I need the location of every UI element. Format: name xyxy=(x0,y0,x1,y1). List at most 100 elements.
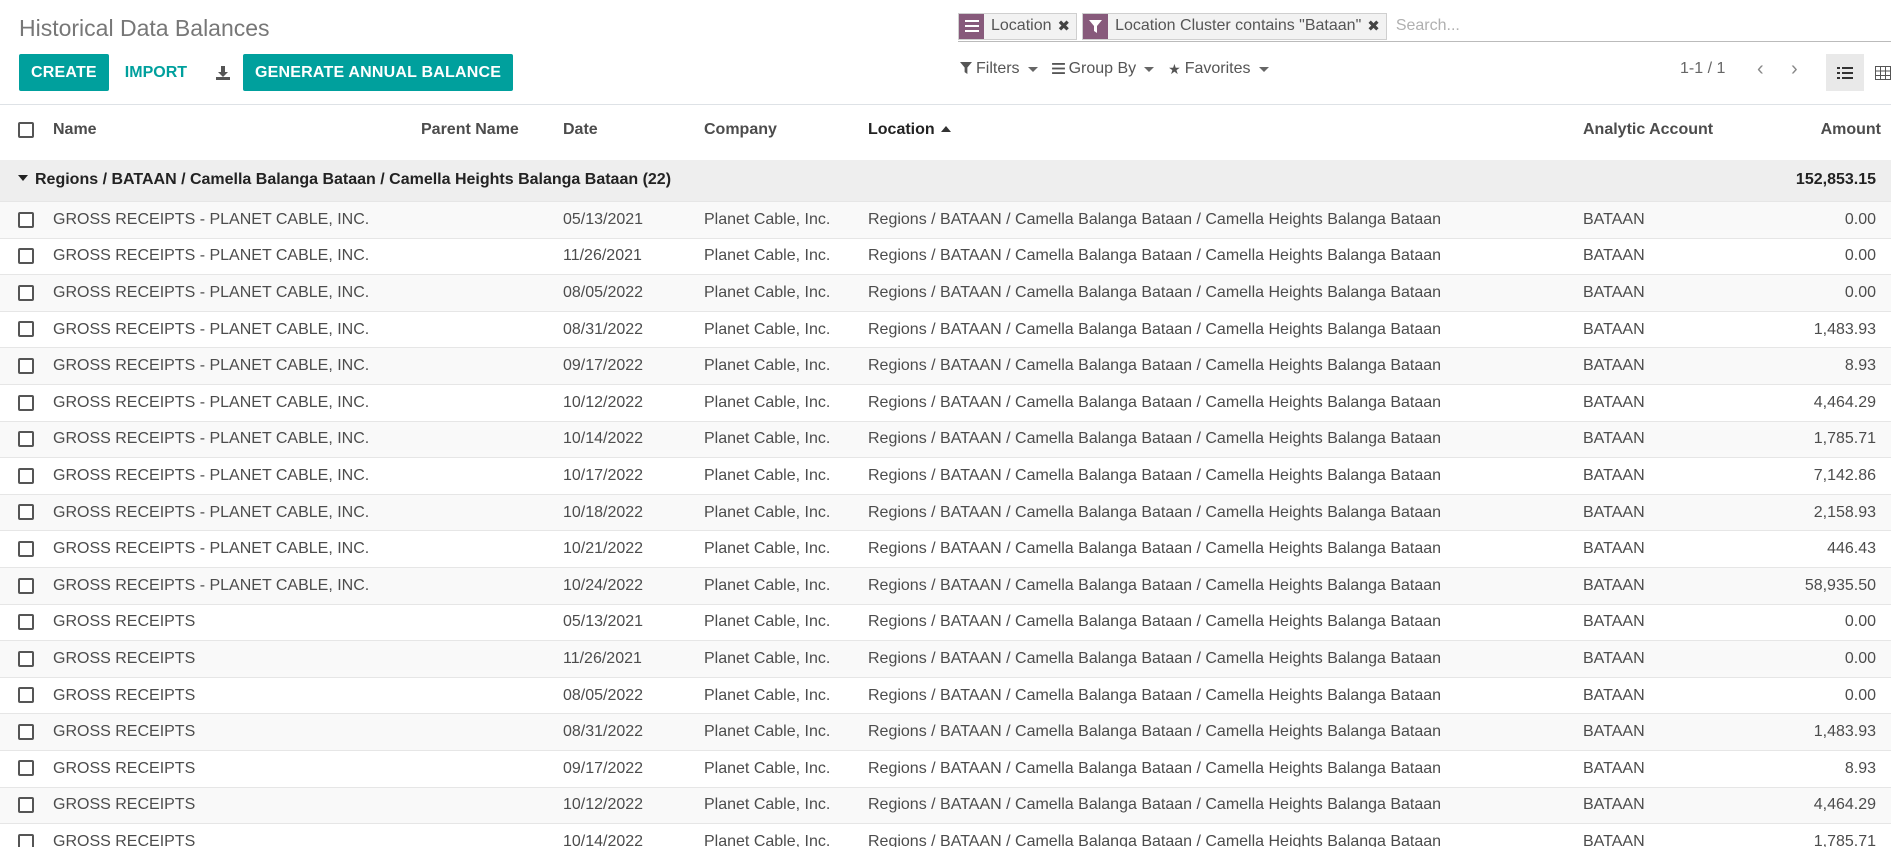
cell-name: GROSS RECEIPTS - PLANET CABLE, INC. xyxy=(53,457,421,495)
search-bar: Location ✖ Location Cluster contains "Ba… xyxy=(958,11,1891,42)
table-row[interactable]: GROSS RECEIPTS 08/31/2022 Planet Cable, In… xyxy=(0,713,1891,751)
row-checkbox[interactable] xyxy=(18,650,34,667)
cell-parent-name xyxy=(421,493,563,531)
row-checkbox[interactable] xyxy=(18,797,34,814)
groupby-label: Group By xyxy=(1068,60,1137,77)
row-checkbox[interactable] xyxy=(18,248,34,265)
cell-company: Planet Cable, Inc. xyxy=(704,493,868,531)
cell-company: Planet Cable, Inc. xyxy=(704,420,868,458)
cell-analytic-account: BATAAN xyxy=(1583,310,1793,348)
list-view-icon[interactable] xyxy=(1826,54,1864,91)
table-row[interactable]: GROSS RECEIPTS - PLANET CABLE, INC. 10/18… xyxy=(0,493,1891,531)
cell-location: Regions / BATAAN / Camella Balanga Bataa… xyxy=(868,383,1583,422)
group-row[interactable]: Regions / BATAAN / Camella Balanga Bataa… xyxy=(0,155,1891,202)
row-checkbox-cell xyxy=(0,749,53,787)
row-checkbox[interactable] xyxy=(18,723,34,740)
table-header: Name Parent Name Date Company Location A… xyxy=(0,104,1891,159)
column-header-name[interactable]: Name xyxy=(53,104,421,159)
cell-location: Regions / BATAAN / Camella Balanga Bataa… xyxy=(868,201,1583,239)
cell-company: Planet Cable, Inc. xyxy=(704,310,868,348)
cell-name: GROSS RECEIPTS xyxy=(53,786,421,824)
table-row[interactable]: GROSS RECEIPTS 08/05/2022 Planet Cable, In… xyxy=(0,676,1891,714)
cell-name: GROSS RECEIPTS xyxy=(53,603,421,641)
caret-down-icon xyxy=(18,175,28,182)
remove-facet-icon[interactable]: ✖ xyxy=(1056,17,1077,35)
search-input[interactable] xyxy=(1391,13,1891,39)
page-title: Historical Data Balances xyxy=(19,15,270,41)
cell-parent-name xyxy=(421,274,563,312)
cell-analytic-account: BATAAN xyxy=(1583,201,1793,239)
cell-location: Regions / BATAAN / Camella Balanga Bataa… xyxy=(868,786,1583,824)
cell-company: Planet Cable, Inc. xyxy=(704,237,868,275)
table-row[interactable]: GROSS RECEIPTS - PLANET CABLE, INC. 08/05… xyxy=(0,274,1891,312)
table-row[interactable]: GROSS RECEIPTS 05/13/2021 Planet Cable, In… xyxy=(0,603,1891,641)
row-checkbox[interactable] xyxy=(18,284,34,301)
cell-date: 08/31/2022 xyxy=(563,310,704,348)
row-checkbox[interactable] xyxy=(18,357,34,374)
row-checkbox[interactable] xyxy=(18,504,34,521)
cell-parent-name xyxy=(421,530,563,568)
groupby-dropdown[interactable]: Group By xyxy=(1051,60,1155,78)
row-checkbox-cell xyxy=(0,201,53,239)
star-icon: ★ xyxy=(1168,60,1181,77)
row-checkbox-cell xyxy=(0,383,53,422)
table-row[interactable]: GROSS RECEIPTS - PLANET CABLE, INC. 10/12… xyxy=(0,383,1891,422)
generate-annual-balance-button[interactable]: GENERATE ANNUAL BALANCE xyxy=(243,54,514,91)
table-row[interactable]: GROSS RECEIPTS - PLANET CABLE, INC. 10/24… xyxy=(0,566,1891,605)
cell-name: GROSS RECEIPTS xyxy=(53,676,421,714)
row-checkbox[interactable] xyxy=(18,321,34,338)
cell-name: GROSS RECEIPTS xyxy=(53,713,421,751)
column-header-company[interactable]: Company xyxy=(704,104,868,159)
cell-location: Regions / BATAAN / Camella Balanga Bataa… xyxy=(868,274,1583,312)
filters-dropdown[interactable]: Filters xyxy=(960,60,1038,78)
row-checkbox[interactable] xyxy=(18,577,34,594)
column-header-amount[interactable]: Amount xyxy=(1793,104,1891,159)
chevron-right-icon[interactable]: › xyxy=(1777,59,1811,79)
row-checkbox[interactable] xyxy=(18,687,34,704)
row-checkbox[interactable] xyxy=(18,431,34,448)
cell-location: Regions / BATAAN / Camella Balanga Bataa… xyxy=(868,420,1583,458)
column-header-date[interactable]: Date xyxy=(563,104,704,159)
table-row[interactable]: GROSS RECEIPTS - PLANET CABLE, INC. 10/14… xyxy=(0,420,1891,458)
row-checkbox[interactable] xyxy=(18,467,34,484)
chevron-left-icon[interactable]: ‹ xyxy=(1743,59,1777,79)
create-button[interactable]: CREATE xyxy=(19,54,109,91)
cell-location: Regions / BATAAN / Camella Balanga Bataa… xyxy=(868,676,1583,714)
remove-facet-icon[interactable]: ✖ xyxy=(1365,17,1386,35)
cell-name: GROSS RECEIPTS - PLANET CABLE, INC. xyxy=(53,420,421,458)
row-checkbox[interactable] xyxy=(18,540,34,557)
cell-location: Regions / BATAAN / Camella Balanga Bataa… xyxy=(868,347,1583,385)
row-checkbox-cell xyxy=(0,823,53,847)
table-row[interactable]: GROSS RECEIPTS - PLANET CABLE, INC. 11/26… xyxy=(0,237,1891,275)
cell-location: Regions / BATAAN / Camella Balanga Bataa… xyxy=(868,530,1583,568)
table-row[interactable]: GROSS RECEIPTS - PLANET CABLE, INC. 09/17… xyxy=(0,347,1891,385)
row-checkbox[interactable] xyxy=(18,394,34,411)
table-row[interactable]: GROSS RECEIPTS 11/26/2021 Planet Cable, In… xyxy=(0,640,1891,678)
import-button[interactable]: IMPORT xyxy=(109,54,203,91)
row-checkbox[interactable] xyxy=(18,833,34,847)
cell-amount: 4,464.29 xyxy=(1793,383,1891,422)
table-row[interactable]: GROSS RECEIPTS - PLANET CABLE, INC. 08/31… xyxy=(0,310,1891,348)
download-icon[interactable] xyxy=(203,54,243,91)
cell-amount: 0.00 xyxy=(1793,640,1891,678)
column-header-location[interactable]: Location xyxy=(868,104,1583,159)
table-row[interactable]: GROSS RECEIPTS - PLANET CABLE, INC. 10/17… xyxy=(0,457,1891,495)
table-row[interactable]: GROSS RECEIPTS 10/12/2022 Planet Cable, In… xyxy=(0,786,1891,824)
select-all-checkbox[interactable] xyxy=(18,122,34,139)
column-header-parent-name[interactable]: Parent Name xyxy=(421,104,563,159)
table-row[interactable]: GROSS RECEIPTS 09/17/2022 Planet Cable, In… xyxy=(0,749,1891,787)
table-row[interactable]: GROSS RECEIPTS - PLANET CABLE, INC. 05/13… xyxy=(0,201,1891,239)
list-icon xyxy=(1051,61,1065,77)
cell-amount: 0.00 xyxy=(1793,676,1891,714)
favorites-dropdown[interactable]: ★ Favorites xyxy=(1168,60,1269,78)
row-checkbox[interactable] xyxy=(18,614,34,631)
pager-value[interactable]: 1-1 / 1 xyxy=(1680,60,1725,78)
table-row[interactable]: GROSS RECEIPTS - PLANET CABLE, INC. 10/21… xyxy=(0,530,1891,568)
filters-label: Filters xyxy=(976,60,1020,77)
column-header-analytic-account[interactable]: Analytic Account xyxy=(1583,104,1793,159)
table-row[interactable]: GROSS RECEIPTS 10/14/2022 Planet Cable, In… xyxy=(0,823,1891,847)
pivot-view-icon[interactable] xyxy=(1864,54,1891,91)
row-checkbox[interactable] xyxy=(18,211,34,228)
row-checkbox[interactable] xyxy=(18,760,34,777)
cell-parent-name xyxy=(421,310,563,348)
